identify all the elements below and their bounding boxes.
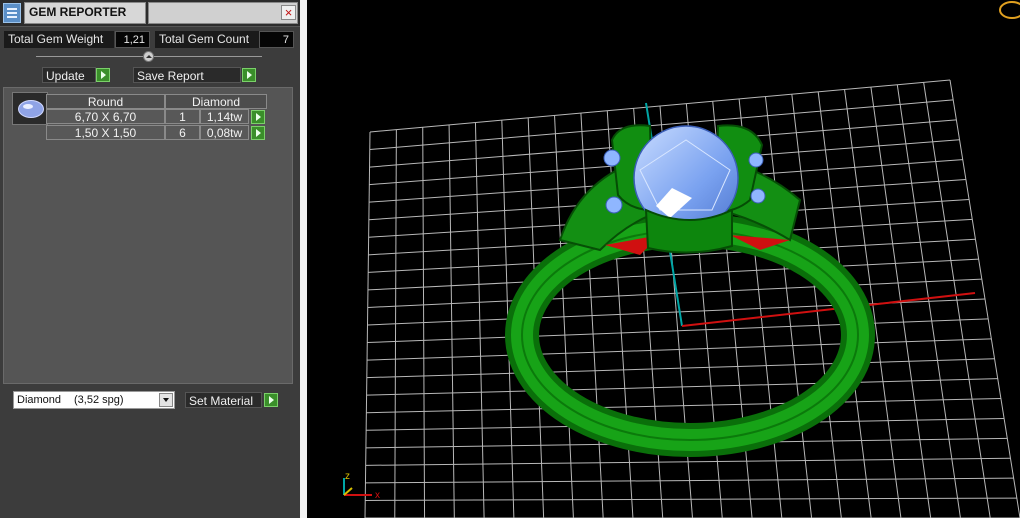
table-row-weight: 1,14tw <box>200 109 249 124</box>
grid-line <box>366 358 995 379</box>
grid-line <box>369 79 951 133</box>
total-gem-count-label: Total Gem Count <box>155 31 259 48</box>
table-row-size: 1,50 X 1,50 <box>46 125 165 140</box>
title-cell: GEM REPORTER <box>24 2 146 24</box>
gem-reporter-panel: GEM REPORTER × Total Gem Weight 1,21 Tot… <box>0 0 300 518</box>
update-arrow-icon[interactable] <box>96 68 110 82</box>
update-button-label: Update <box>46 69 85 83</box>
save-report-arrow-icon[interactable] <box>242 68 256 82</box>
table-row-weight: 0,08tw <box>200 125 249 140</box>
table-row-count: 1 <box>165 109 200 124</box>
gem-reporter-icon <box>3 3 21 23</box>
chevron-down-icon[interactable] <box>159 393 173 407</box>
update-button[interactable]: Update <box>42 67 96 83</box>
axis-label-z: z <box>345 471 350 482</box>
gem-thumbnail[interactable] <box>12 92 48 125</box>
panel-divider[interactable] <box>300 0 307 518</box>
row-select-arrow-icon[interactable] <box>251 126 265 140</box>
grid-line <box>367 338 992 361</box>
title-bar-fill <box>148 2 298 24</box>
scene-render: z x <box>343 1 1020 518</box>
axis-label-x: x <box>375 490 380 501</box>
3d-viewport[interactable]: z x <box>307 0 1020 518</box>
panel-title: GEM REPORTER <box>29 5 127 19</box>
round-gem-icon <box>18 100 44 118</box>
close-button[interactable]: × <box>281 5 296 20</box>
column-header-material: Diamond <box>165 94 267 109</box>
table-row-size: 6,70 X 6,70 <box>46 109 165 124</box>
material-select-density: (3,52 spg) <box>74 394 124 406</box>
set-material-button[interactable]: Set Material <box>185 392 262 408</box>
set-material-arrow-icon[interactable] <box>264 393 278 407</box>
total-gem-weight-label: Total Gem Weight <box>4 31 114 48</box>
column-header-shape: Round <box>46 94 165 109</box>
save-report-button[interactable]: Save Report <box>133 67 241 83</box>
ring-model <box>505 124 875 457</box>
row-select-arrow-icon[interactable] <box>251 110 265 124</box>
total-gem-weight-value: 1,21 <box>115 31 150 48</box>
grid-line <box>367 318 989 344</box>
save-report-button-label: Save Report <box>137 69 204 83</box>
app-logo-icon <box>999 1 1020 19</box>
collapse-toggle-icon[interactable] <box>143 51 154 62</box>
material-select-value: Diamond <box>17 394 62 406</box>
total-gem-count-value: 7 <box>259 31 294 48</box>
panel-title-bar: GEM REPORTER × <box>0 0 300 27</box>
gem-list-area: Round Diamond 6,70 X 6,70 1 1,14tw 1,50 … <box>3 87 293 384</box>
table-row-count: 6 <box>165 125 200 140</box>
set-material-button-label: Set Material <box>189 394 254 408</box>
material-select[interactable]: Diamond (3,52 spg) <box>13 391 175 409</box>
axis-triad: z x <box>343 471 380 501</box>
